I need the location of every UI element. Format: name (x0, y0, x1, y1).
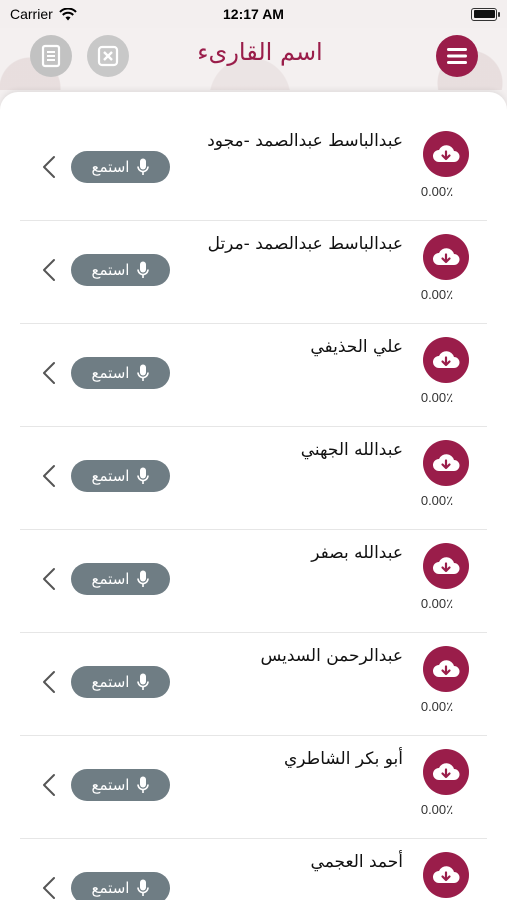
reciter-row[interactable]: 0.00٪ علي الحذيفي استمع (20, 324, 487, 427)
hamburger-icon (447, 48, 467, 64)
reciter-row[interactable]: 0.00٪ أبو بكر الشاطري استمع (20, 736, 487, 839)
download-progress: 0.00٪ (420, 493, 454, 508)
chevron-left-icon[interactable] (34, 152, 64, 182)
listen-button[interactable]: استمع (71, 872, 170, 900)
download-button[interactable] (423, 646, 469, 692)
reciter-name: عبدالباسط عبدالصمد -مجود (207, 131, 403, 151)
cloud-download-icon (433, 660, 460, 677)
battery-icon (471, 7, 500, 21)
listen-button[interactable]: استمع (71, 460, 170, 492)
chevron-left-icon[interactable] (34, 461, 64, 491)
listen-label: استمع (91, 879, 130, 897)
listen-label: استمع (91, 467, 130, 485)
chevron-left-icon[interactable] (34, 770, 64, 800)
reciter-name: عبدالله الجهني (300, 440, 403, 460)
reciter-name: عبدالله بصفر (311, 543, 403, 563)
status-bar: Carrier 12:17 AM (0, 0, 507, 28)
header: اسم القارىء (0, 28, 507, 90)
microphone-icon (137, 467, 150, 484)
reciter-list: 0.00٪ عبدالباسط عبدالصمد -مجود استمع 0.0… (0, 92, 507, 900)
download-progress: 0.00٪ (420, 802, 454, 817)
wifi-icon (59, 7, 77, 20)
chevron-left-icon[interactable] (34, 667, 64, 697)
microphone-icon (137, 570, 150, 587)
cloud-download-icon (433, 866, 460, 883)
reciter-name: أحمد العجمي (310, 852, 403, 872)
listen-button[interactable]: استمع (71, 254, 170, 286)
reciter-row[interactable]: 0.00٪ عبدالله الجهني استمع (20, 427, 487, 530)
page-title: اسم القارىء (197, 38, 323, 66)
reciter-row[interactable]: 0.00٪ عبدالرحمن السديس استمع (20, 633, 487, 736)
reciter-row[interactable]: 0.00٪ أحمد العجمي استمع (20, 839, 487, 900)
microphone-icon (137, 364, 150, 381)
listen-label: استمع (91, 364, 130, 382)
listen-button[interactable]: استمع (71, 357, 170, 389)
carrier-label: Carrier (10, 6, 53, 22)
listen-label: استمع (91, 158, 130, 176)
chevron-left-icon[interactable] (34, 873, 64, 900)
microphone-icon (137, 158, 150, 175)
chevron-left-icon[interactable] (34, 255, 64, 285)
download-button[interactable] (423, 852, 469, 898)
microphone-icon (137, 776, 150, 793)
listen-label: استمع (91, 261, 130, 279)
listen-label: استمع (91, 673, 130, 691)
cloud-download-icon (433, 454, 460, 471)
download-button[interactable] (423, 749, 469, 795)
download-button[interactable] (423, 337, 469, 383)
microphone-icon (137, 879, 150, 896)
reciter-row[interactable]: 0.00٪ عبدالباسط عبدالصمد -مجود استمع (20, 118, 487, 221)
cloud-download-icon (433, 145, 460, 162)
cloud-download-icon (433, 763, 460, 780)
download-progress: 0.00٪ (420, 596, 454, 611)
listen-button[interactable]: استمع (71, 151, 170, 183)
reciter-name: عبدالرحمن السديس (260, 646, 403, 666)
listen-label: استمع (91, 570, 130, 588)
menu-button[interactable] (436, 35, 478, 77)
reciter-name: عبدالباسط عبدالصمد -مرتل (207, 234, 403, 254)
reciter-row[interactable]: 0.00٪ عبدالباسط عبدالصمد -مرتل استمع (20, 221, 487, 324)
cloud-download-icon (433, 248, 460, 265)
reciter-name: علي الحذيفي (310, 337, 403, 357)
status-left: Carrier (10, 6, 77, 22)
download-button[interactable] (423, 131, 469, 177)
listen-button[interactable]: استمع (71, 769, 170, 801)
download-progress: 0.00٪ (420, 699, 454, 714)
microphone-icon (137, 673, 150, 690)
chevron-left-icon[interactable] (34, 358, 64, 388)
close-icon (97, 45, 119, 67)
reciter-name: أبو بكر الشاطري (283, 749, 403, 769)
listen-button[interactable]: استمع (71, 666, 170, 698)
download-progress: 0.00٪ (420, 390, 454, 405)
reciter-row[interactable]: 0.00٪ عبدالله بصفر استمع (20, 530, 487, 633)
book-icon (41, 44, 61, 68)
chevron-left-icon[interactable] (34, 564, 64, 594)
close-button[interactable] (87, 35, 129, 77)
listen-label: استمع (91, 776, 130, 794)
microphone-icon (137, 261, 150, 278)
download-button[interactable] (423, 543, 469, 589)
book-button[interactable] (30, 35, 72, 77)
download-button[interactable] (423, 440, 469, 486)
cloud-download-icon (433, 351, 460, 368)
download-progress: 0.00٪ (420, 184, 454, 199)
download-progress: 0.00٪ (420, 287, 454, 302)
cloud-download-icon (433, 557, 460, 574)
download-button[interactable] (423, 234, 469, 280)
listen-button[interactable]: استمع (71, 563, 170, 595)
